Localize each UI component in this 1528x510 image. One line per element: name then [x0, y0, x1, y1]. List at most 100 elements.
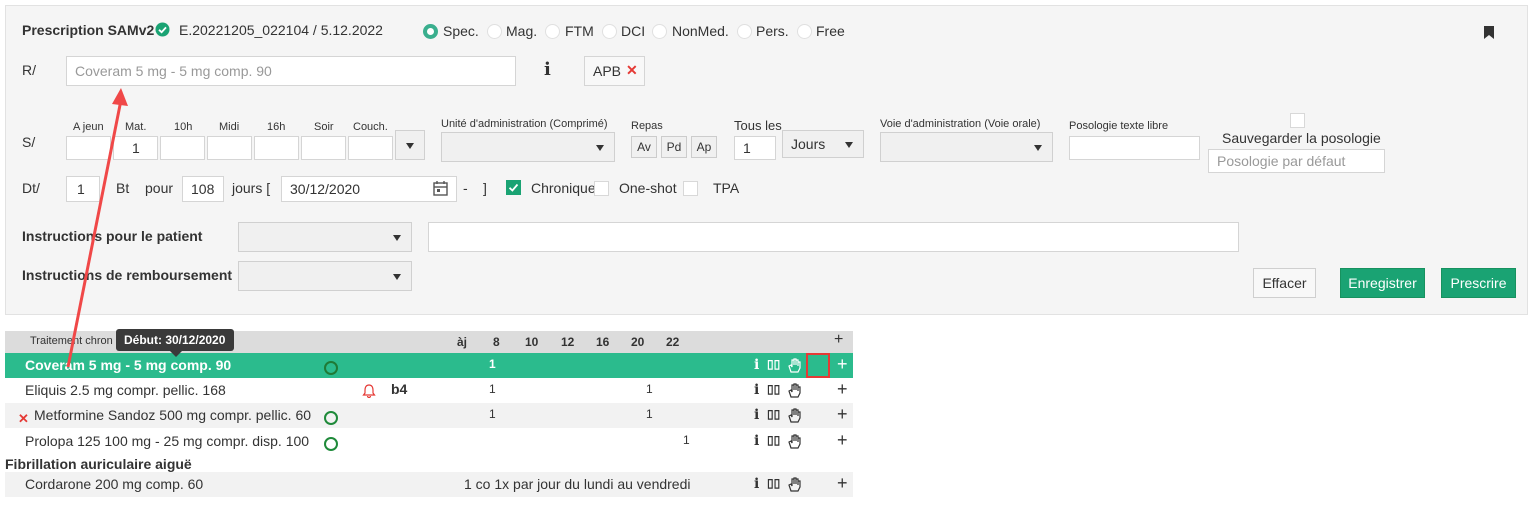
col-couch: Couch.	[353, 121, 388, 133]
dose-20: 1	[646, 382, 653, 396]
col-12: 12	[561, 335, 575, 349]
table-row[interactable]: ✕ Metformine Sandoz 500 mg compr. pellic…	[5, 403, 853, 428]
more-doses-dropdown[interactable]	[395, 130, 425, 160]
dose-couch-input[interactable]	[348, 136, 393, 160]
medication-name: Metformine Sandoz 500 mg compr. pellic. …	[34, 407, 312, 423]
radio-spec[interactable]	[423, 24, 438, 39]
dose-22: 1	[683, 433, 690, 447]
radio-label-spec: Spec.	[443, 23, 479, 39]
radio-free[interactable]	[797, 24, 812, 39]
posologie-label: Posologie texte libre	[1069, 120, 1169, 132]
hand-icon[interactable]	[788, 383, 802, 398]
quantity-input[interactable]	[66, 176, 100, 202]
chevron-down-icon	[1034, 145, 1042, 151]
bell-icon[interactable]	[362, 384, 376, 398]
section-heading: Fibrillation auriculaire aiguë	[5, 456, 192, 472]
add-button[interactable]: +	[837, 404, 848, 425]
patient-instructions-select[interactable]	[238, 222, 412, 252]
columns-icon[interactable]: ▯▯	[767, 476, 780, 490]
add-button[interactable]: +	[837, 473, 848, 494]
save-posologie-checkbox[interactable]	[1290, 113, 1305, 128]
radio-dci[interactable]	[602, 24, 617, 39]
info-icon[interactable]: i	[754, 357, 759, 373]
add-button[interactable]: +	[837, 430, 848, 451]
radio-label-nonmed: NonMed.	[672, 23, 729, 39]
columns-icon[interactable]: ▯▯	[767, 407, 780, 421]
radio-label-pers: Pers.	[756, 23, 789, 39]
dose-soir-input[interactable]	[301, 136, 346, 160]
hand-icon[interactable]	[788, 477, 802, 492]
unit-select[interactable]	[441, 132, 615, 162]
remove-icon[interactable]: ✕	[18, 411, 29, 427]
chevron-down-icon	[406, 143, 414, 149]
tous-les-label: Tous les	[734, 118, 782, 133]
add-button[interactable]: +	[837, 354, 848, 375]
bookmark-icon[interactable]	[1484, 26, 1494, 39]
info-icon[interactable]: i	[754, 476, 759, 492]
days-input[interactable]	[182, 176, 224, 202]
radio-pers[interactable]	[737, 24, 752, 39]
dose-16h-input[interactable]	[254, 136, 299, 160]
chevron-down-icon	[393, 235, 401, 241]
voie-select[interactable]	[880, 132, 1053, 162]
info-icon[interactable]: i	[754, 433, 759, 449]
reimbursement-instructions-label: Instructions de remboursement	[22, 267, 233, 283]
info-icon[interactable]: i	[544, 59, 551, 80]
repas-ap-button[interactable]: Ap	[691, 136, 717, 158]
check-circle-icon	[155, 22, 170, 37]
chronique-checkbox[interactable]	[506, 180, 521, 195]
repas-av-button[interactable]: Av	[631, 136, 657, 158]
dose-a-jeun-input[interactable]	[66, 136, 111, 160]
hand-icon[interactable]	[788, 408, 802, 423]
dose-8: 1	[489, 382, 496, 396]
tpa-checkbox[interactable]	[683, 181, 698, 196]
radio-mag[interactable]	[487, 24, 502, 39]
info-icon[interactable]: i	[754, 382, 759, 398]
repas-pd-button[interactable]: Pd	[661, 136, 687, 158]
col-16h: 16h	[267, 121, 286, 133]
clear-button[interactable]: Effacer	[1253, 268, 1316, 298]
info-icon[interactable]: i	[754, 407, 759, 423]
add-button[interactable]: +	[837, 379, 848, 400]
col-10h: 10h	[174, 121, 193, 133]
default-posologie-input[interactable]	[1208, 149, 1385, 173]
dose-10h-input[interactable]	[160, 136, 205, 160]
columns-icon[interactable]: ▯▯	[767, 357, 780, 371]
radio-ftm[interactable]	[545, 24, 560, 39]
posologie-input[interactable]	[1069, 136, 1200, 160]
oneshot-checkbox[interactable]	[594, 181, 609, 196]
start-date-input[interactable]	[281, 176, 457, 202]
dose-8: 1	[489, 407, 496, 421]
patient-instructions-input[interactable]	[428, 222, 1239, 252]
jours-label: jours [	[232, 180, 271, 196]
frequency-input[interactable]	[734, 136, 776, 160]
save-button[interactable]: Enregistrer	[1340, 268, 1425, 298]
prescribe-button[interactable]: Prescrire	[1441, 268, 1516, 298]
reimbursement-instructions-select[interactable]	[238, 261, 412, 291]
remove-apb-icon[interactable]: ✕	[626, 62, 638, 79]
hand-icon[interactable]	[788, 434, 802, 449]
oneshot-label: One-shot	[619, 180, 677, 196]
period-select[interactable]: Jours	[782, 130, 864, 158]
radio-nonmed[interactable]	[652, 24, 667, 39]
table-row[interactable]: Eliquis 2.5 mg compr. pellic. 168 b4 1 1…	[5, 378, 853, 403]
table-row[interactable]: Cordarone 200 mg comp. 60 1 co 1x par jo…	[5, 472, 853, 497]
hand-icon[interactable]	[788, 358, 802, 373]
add-column-button[interactable]: +	[834, 331, 843, 349]
radio-label-free: Free	[816, 23, 845, 39]
highlight-box[interactable]	[806, 353, 830, 378]
dose-midi-input[interactable]	[207, 136, 252, 160]
period-value: Jours	[791, 136, 826, 152]
dose-mat-input[interactable]	[113, 136, 158, 160]
table-row[interactable]: Coveram 5 mg - 5 mg comp. 90 1 i ▯▯ +	[5, 353, 853, 378]
col-16: 16	[596, 335, 610, 349]
calendar-icon[interactable]	[433, 181, 448, 196]
columns-icon[interactable]: ▯▯	[767, 433, 780, 447]
dosage-note: 1 co 1x par jour du lundi au vendredi	[464, 476, 691, 492]
date-dash: -	[463, 180, 468, 196]
col-20: 20	[631, 335, 645, 349]
medication-search-input[interactable]	[66, 56, 516, 86]
dose-20: 1	[646, 407, 653, 421]
table-row[interactable]: Prolopa 125 100 mg - 25 mg compr. disp. …	[5, 429, 853, 454]
columns-icon[interactable]: ▯▯	[767, 382, 780, 396]
